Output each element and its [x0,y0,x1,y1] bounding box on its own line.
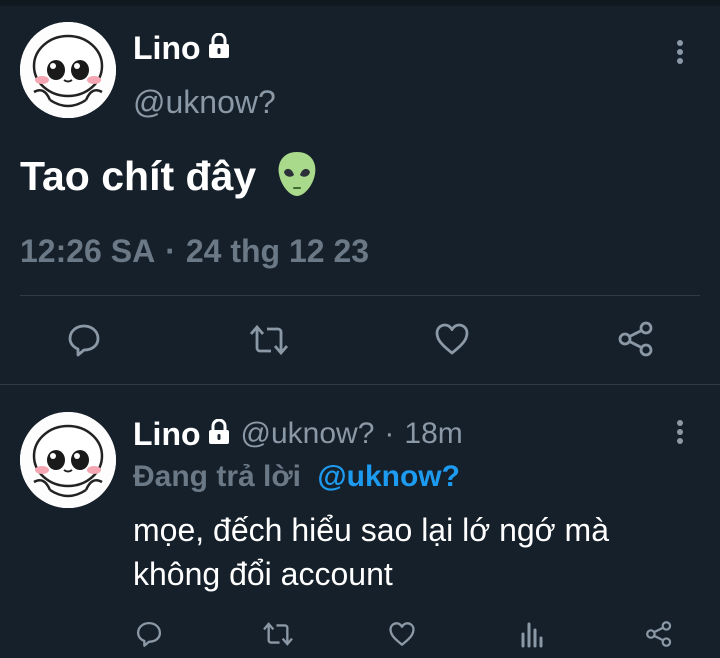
divider [20,295,700,296]
meta-separator: · [165,233,176,269]
reply-text-line: không đổi account [133,556,393,592]
lock-icon [207,32,231,64]
share-icon[interactable] [617,320,655,358]
share-icon[interactable] [645,619,673,649]
reply-author-name[interactable]: Lino [133,416,201,453]
reply-avatar[interactable] [20,412,116,508]
reply-icon[interactable] [135,620,163,648]
avatar-image [20,412,116,508]
reply-icon[interactable] [66,322,102,358]
replying-mention[interactable]: @uknow? [317,460,460,493]
reply-text-line: mọe, đếch hiểu sao lại lớ ngớ mà [133,512,609,548]
like-icon[interactable] [434,322,470,356]
tweet-text: Tao chít đây [20,152,257,199]
retweet-icon[interactable] [262,620,294,648]
replying-to: Đang trả lời @uknow? [133,460,460,494]
like-icon[interactable] [388,621,416,647]
author-name[interactable]: Lino [133,30,201,67]
reply-author-handle[interactable]: @uknow? [241,417,375,451]
tweet-meta: 12:26 SA · 24 thg 12 23 [20,233,369,270]
replying-label: Đang trả lời [133,460,302,493]
tweet-date: 24 thg 12 23 [185,233,370,269]
avatar-image [20,22,116,118]
author-handle[interactable]: @uknow? [133,84,276,121]
alien-emoji [276,150,318,203]
top-edge [0,0,720,6]
more-options-icon[interactable] [672,418,688,448]
avatar[interactable] [20,22,116,118]
retweet-icon[interactable] [249,322,289,358]
section-divider [0,384,720,385]
analytics-icon[interactable] [520,620,544,648]
tweet-body: Tao chít đây [20,150,318,202]
more-options-icon[interactable] [672,38,688,68]
lock-icon [207,418,231,450]
author-row: Lino [133,28,231,68]
reply-author-row: Lino @uknow? · 18m [133,414,463,454]
reply-age: 18m [404,417,463,450]
reply-age-separator: · [384,417,395,450]
reply-text: mọe, đếch hiểu sao lại lớ ngớ mà không đ… [133,508,609,596]
tweet-time: 12:26 SA [20,233,156,269]
